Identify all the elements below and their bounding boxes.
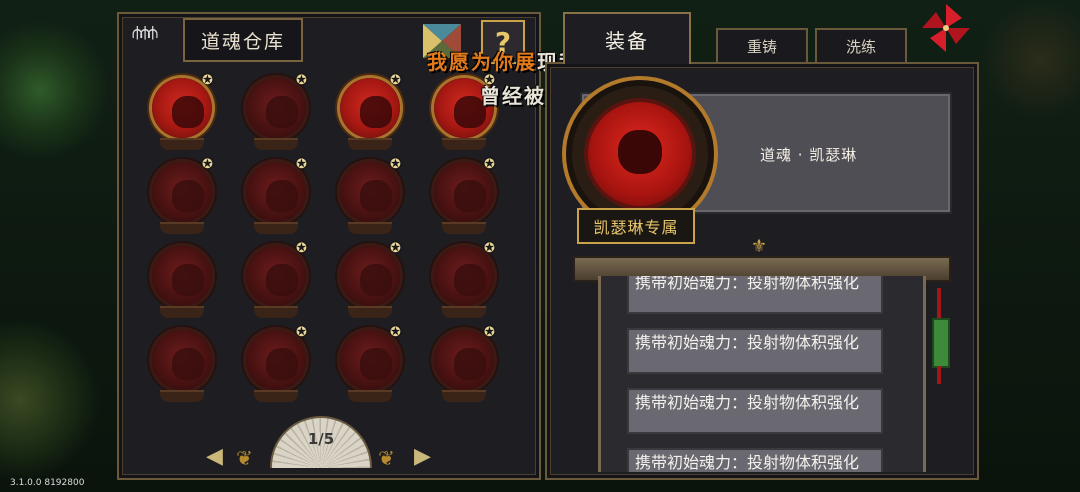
effect-item: 携带初始魂力：投射物体积强化 <box>627 448 883 472</box>
soul-slot[interactable]: ✪ <box>240 242 312 322</box>
tassel-string <box>937 366 941 384</box>
soul-slot[interactable]: ✪ <box>428 158 500 238</box>
star-icon: ✪ <box>484 325 495 340</box>
effect-item: 携带初始魂力：投射物体积强化 <box>627 276 883 314</box>
star-icon: ✪ <box>296 157 307 172</box>
pinwheel-icon[interactable] <box>922 4 970 52</box>
effect-item: 携带初始魂力：投射物体积强化 <box>627 328 883 374</box>
soul-slot[interactable]: ✪ <box>146 158 218 238</box>
star-icon: ✪ <box>296 73 307 88</box>
star-icon: ✪ <box>390 241 401 256</box>
tab-equip[interactable]: 装备 <box>563 12 691 64</box>
next-page-button[interactable]: ▶ <box>414 444 431 469</box>
trident-icon: ⫛⫛⫛ <box>132 22 158 43</box>
star-icon: ✪ <box>296 241 307 256</box>
soul-slot[interactable]: ✪ <box>428 242 500 322</box>
tab-refine[interactable]: 洗练 <box>815 28 907 64</box>
warehouse-title: 道魂仓库 <box>183 18 303 62</box>
tab-recast[interactable]: 重铸 <box>716 28 808 64</box>
soul-slot[interactable]: ✪ <box>334 158 406 238</box>
soul-name: 道魂 · 凯瑟琳 <box>760 146 858 164</box>
soul-slot[interactable]: ✪ <box>240 326 312 406</box>
soul-slot[interactable]: ✪ <box>146 74 218 154</box>
jade-tassel-icon <box>932 318 950 368</box>
tassel-string <box>937 288 941 318</box>
knot-ornament: ❦ <box>236 446 253 470</box>
star-icon: ✪ <box>390 325 401 340</box>
soul-slot[interactable]: ✪ <box>240 158 312 238</box>
soul-slot[interactable]: ✪ <box>334 74 406 154</box>
effect-item: 携带初始魂力：投射物体积强化 <box>627 388 883 434</box>
knot-ornament: ❦ <box>378 446 395 470</box>
star-icon: ✪ <box>484 241 495 256</box>
star-icon: ✪ <box>390 157 401 172</box>
lyric-highlight: 我愿为你展 <box>427 50 537 74</box>
soul-slot[interactable]: ✪ <box>334 242 406 322</box>
soul-slot[interactable]: ✪ <box>240 74 312 154</box>
star-icon: ✪ <box>484 157 495 172</box>
page-indicator: 1/5 <box>307 430 335 448</box>
page-fan: 1/5 <box>270 416 372 468</box>
soul-slot[interactable]: ✪ <box>428 326 500 406</box>
effects-list[interactable]: 携带初始魂力：投射物体积强化 携带初始魂力：投射物体积强化 携带初始魂力：投射物… <box>598 276 926 472</box>
star-icon: ✪ <box>202 157 213 172</box>
soul-slot[interactable] <box>146 326 218 406</box>
prev-page-button[interactable]: ◀ <box>206 444 223 469</box>
exclusive-badge: 凯瑟琳专属 <box>577 208 695 244</box>
scroll-ornament: ⚜ <box>750 236 768 257</box>
version-label: 3.1.0.0 8192800 <box>10 478 85 488</box>
star-icon: ✪ <box>390 73 401 88</box>
soul-slot[interactable]: ✪ <box>334 326 406 406</box>
soul-slot[interactable] <box>146 242 218 322</box>
star-icon: ✪ <box>296 325 307 340</box>
star-icon: ✪ <box>202 73 213 88</box>
